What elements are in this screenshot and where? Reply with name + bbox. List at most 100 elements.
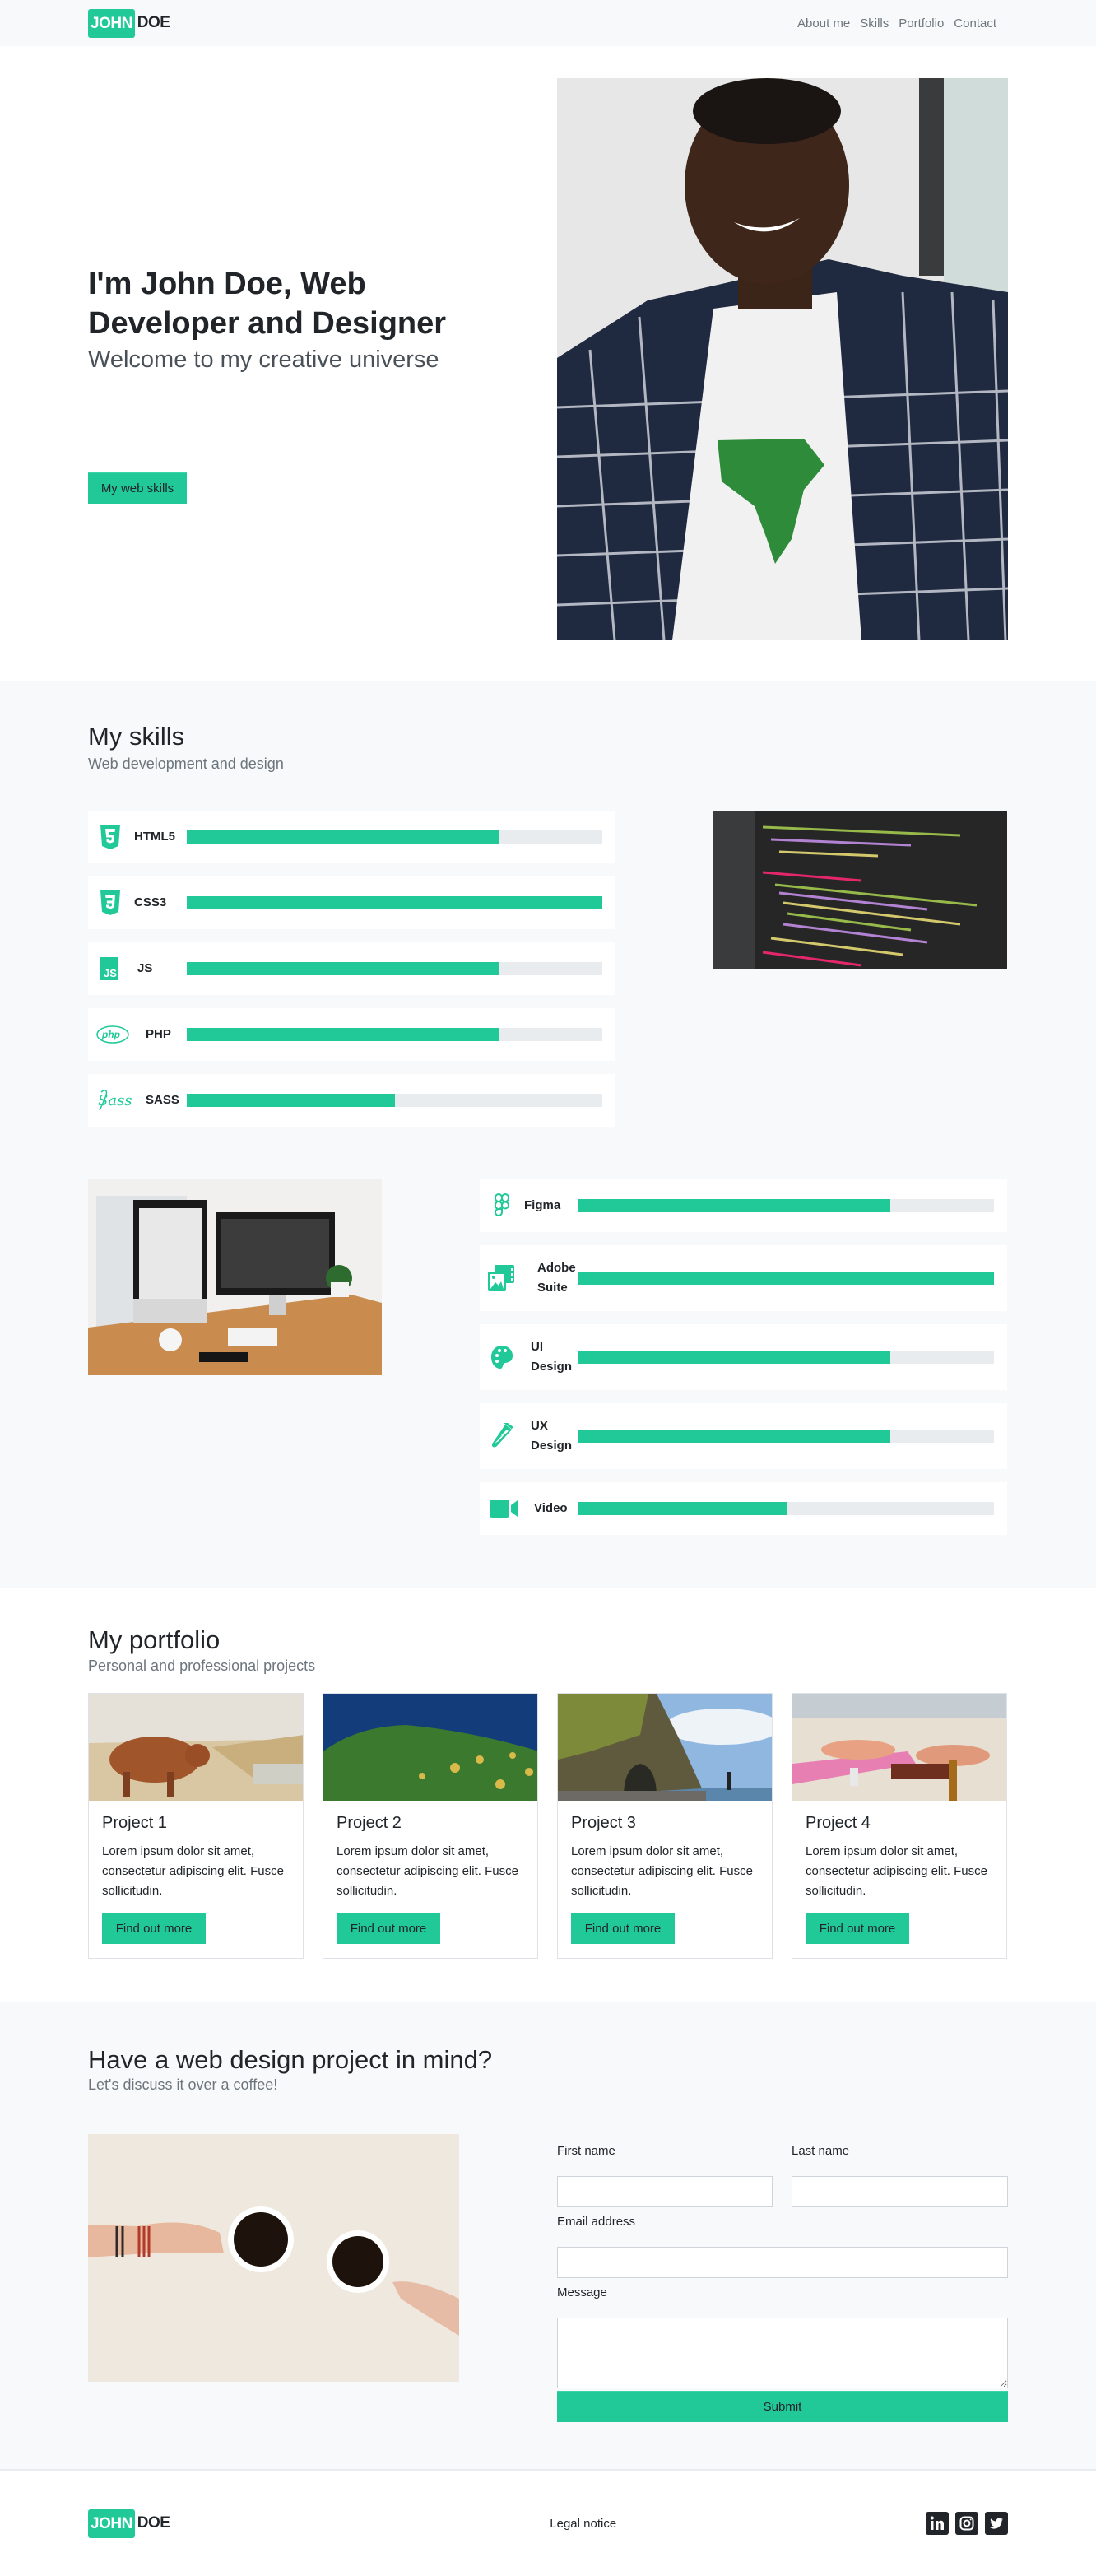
html5-icon xyxy=(96,824,124,850)
skill-fill xyxy=(578,1430,890,1443)
js-icon: JS xyxy=(98,956,126,982)
skill-label: PHP xyxy=(146,1027,171,1041)
skill-fill xyxy=(578,1351,890,1364)
brand-last: DOE xyxy=(137,14,170,31)
instagram-icon[interactable] xyxy=(954,2512,978,2535)
project-text: Lorem ipsum dolor sit amet, consectetur … xyxy=(571,1844,753,1898)
find-out-more-button[interactable]: Find out more xyxy=(571,1913,675,1944)
skill-fill xyxy=(187,962,499,975)
skill-card-adobe-suite: Adobe Suite xyxy=(480,1245,1007,1311)
skill-card-js: JS JS xyxy=(88,942,615,995)
skill-fill xyxy=(187,830,499,844)
desk-monitors-image xyxy=(88,1179,382,1375)
skill-card-video: Video xyxy=(480,1482,1007,1535)
project-title: Project 4 xyxy=(806,1814,871,1832)
skill-bar-php xyxy=(187,1028,602,1041)
code-editor-image xyxy=(713,811,1007,969)
footer-brand-logo[interactable]: JOHN DOE xyxy=(88,2509,170,2538)
project-3-image xyxy=(558,1694,772,1801)
first-name-input[interactable] xyxy=(557,2176,773,2207)
brand-last: DOE xyxy=(137,2514,170,2532)
project-title: Project 1 xyxy=(102,1814,167,1832)
project-text: Lorem ipsum dolor sit amet, consectetur … xyxy=(337,1844,518,1898)
email-label: Email address xyxy=(557,2215,636,2229)
nav-link-skills[interactable]: Skills xyxy=(855,16,894,30)
skills-title: My skills xyxy=(88,722,185,751)
contact-title: Have a web design project in mind? xyxy=(88,2045,493,2074)
skill-fill xyxy=(578,1272,994,1285)
project-card-3: Project 3 Lorem ipsum dolor sit amet, co… xyxy=(557,1693,773,1959)
my-web-skills-button[interactable]: My web skills xyxy=(88,472,187,504)
find-out-more-button[interactable]: Find out more xyxy=(102,1913,206,1944)
project-title: Project 2 xyxy=(337,1814,402,1832)
project-card-4: Project 4 Lorem ipsum dolor sit amet, co… xyxy=(792,1693,1007,1959)
nav-link-portfolio[interactable]: Portfolio xyxy=(894,16,949,30)
hero-section: I'm John Doe, Web Developer and Designer… xyxy=(0,46,1096,681)
skill-card-html5: HTML5 xyxy=(88,811,615,863)
skill-card-ux-design: UX Design xyxy=(480,1403,1007,1469)
skill-card-figma: Figma xyxy=(480,1179,1007,1232)
last-name-input[interactable] xyxy=(792,2176,1008,2207)
find-out-more-button[interactable]: Find out more xyxy=(337,1913,440,1944)
skill-label: UX Design xyxy=(531,1419,573,1453)
coffee-cups-image xyxy=(88,2134,459,2382)
skill-card-sass: Sass SASS xyxy=(88,1074,615,1127)
project-text: Lorem ipsum dolor sit amet, consectetur … xyxy=(102,1844,284,1898)
skill-fill xyxy=(578,1502,787,1515)
hero-text: I'm John Doe, Web Developer and Designer… xyxy=(88,264,516,374)
twitter-icon[interactable] xyxy=(984,2512,1008,2535)
skill-fill xyxy=(187,896,602,909)
project-title: Project 3 xyxy=(571,1814,636,1832)
last-name-label: Last name xyxy=(792,2144,850,2158)
photo-film-icon xyxy=(488,1265,516,1291)
contact-subtitle: Let's discuss it over a coffee! xyxy=(88,2076,278,2093)
linkedin-icon[interactable] xyxy=(925,2512,949,2535)
skill-label: Video xyxy=(534,1501,568,1515)
first-name-label: First name xyxy=(557,2144,615,2158)
submit-button[interactable]: Submit xyxy=(557,2391,1008,2422)
skill-bar-js xyxy=(187,962,602,975)
skill-card-php: php PHP xyxy=(88,1008,615,1061)
brand-first: JOHN xyxy=(88,2509,135,2538)
skill-bar-css3 xyxy=(187,896,602,909)
navbar: JOHN DOE About me Skills Portfolio Conta… xyxy=(0,0,1096,46)
skill-fill xyxy=(578,1199,890,1212)
project-4-image xyxy=(792,1694,1006,1801)
svg-text:Sass: Sass xyxy=(98,1092,132,1109)
hero-portrait-photo xyxy=(557,78,1008,640)
project-2-image xyxy=(323,1694,537,1801)
skill-bar-ux-design xyxy=(578,1430,994,1443)
video-icon xyxy=(488,1495,521,1522)
figma-icon xyxy=(488,1193,516,1219)
skill-bar-figma xyxy=(578,1199,994,1212)
nav-link-contact[interactable]: Contact xyxy=(949,16,1001,30)
project-1-image xyxy=(89,1694,303,1801)
skill-label: UI Design xyxy=(531,1340,573,1374)
skills-section: My skills Web development and design HTM… xyxy=(0,681,1096,1588)
skill-bar-video xyxy=(578,1502,994,1515)
skill-fill xyxy=(187,1028,499,1041)
message-textarea[interactable] xyxy=(557,2318,1008,2388)
legal-notice-link[interactable]: Legal notice xyxy=(550,2517,616,2531)
skill-bar-ui-design xyxy=(578,1351,994,1364)
hero-subtitle: Welcome to my creative universe xyxy=(88,346,439,373)
brand-logo[interactable]: JOHN DOE xyxy=(88,8,170,38)
skill-card-ui-design: UI Design xyxy=(480,1324,1007,1390)
skill-label: SASS xyxy=(146,1093,179,1107)
skill-card-css3: CSS3 xyxy=(88,876,615,929)
find-out-more-button[interactable]: Find out more xyxy=(806,1913,909,1944)
svg-text:JS: JS xyxy=(104,967,117,979)
email-input[interactable] xyxy=(557,2247,1008,2278)
project-card-2: Project 2 Lorem ipsum dolor sit amet, co… xyxy=(323,1693,538,1959)
portfolio-section: My portfolio Personal and professional p… xyxy=(0,1588,1096,2002)
skill-bar-html5 xyxy=(187,830,602,844)
footer: JOHN DOE Legal notice xyxy=(0,2469,1096,2576)
brand-first: JOHN xyxy=(88,8,135,38)
palette-icon xyxy=(488,1344,516,1370)
skill-label: HTML5 xyxy=(134,830,175,844)
message-label: Message xyxy=(557,2285,607,2299)
skill-bar-adobe-suite xyxy=(578,1272,994,1285)
nav-link-about[interactable]: About me xyxy=(792,16,855,30)
skill-fill xyxy=(187,1094,395,1107)
flask-icon xyxy=(488,1423,516,1449)
